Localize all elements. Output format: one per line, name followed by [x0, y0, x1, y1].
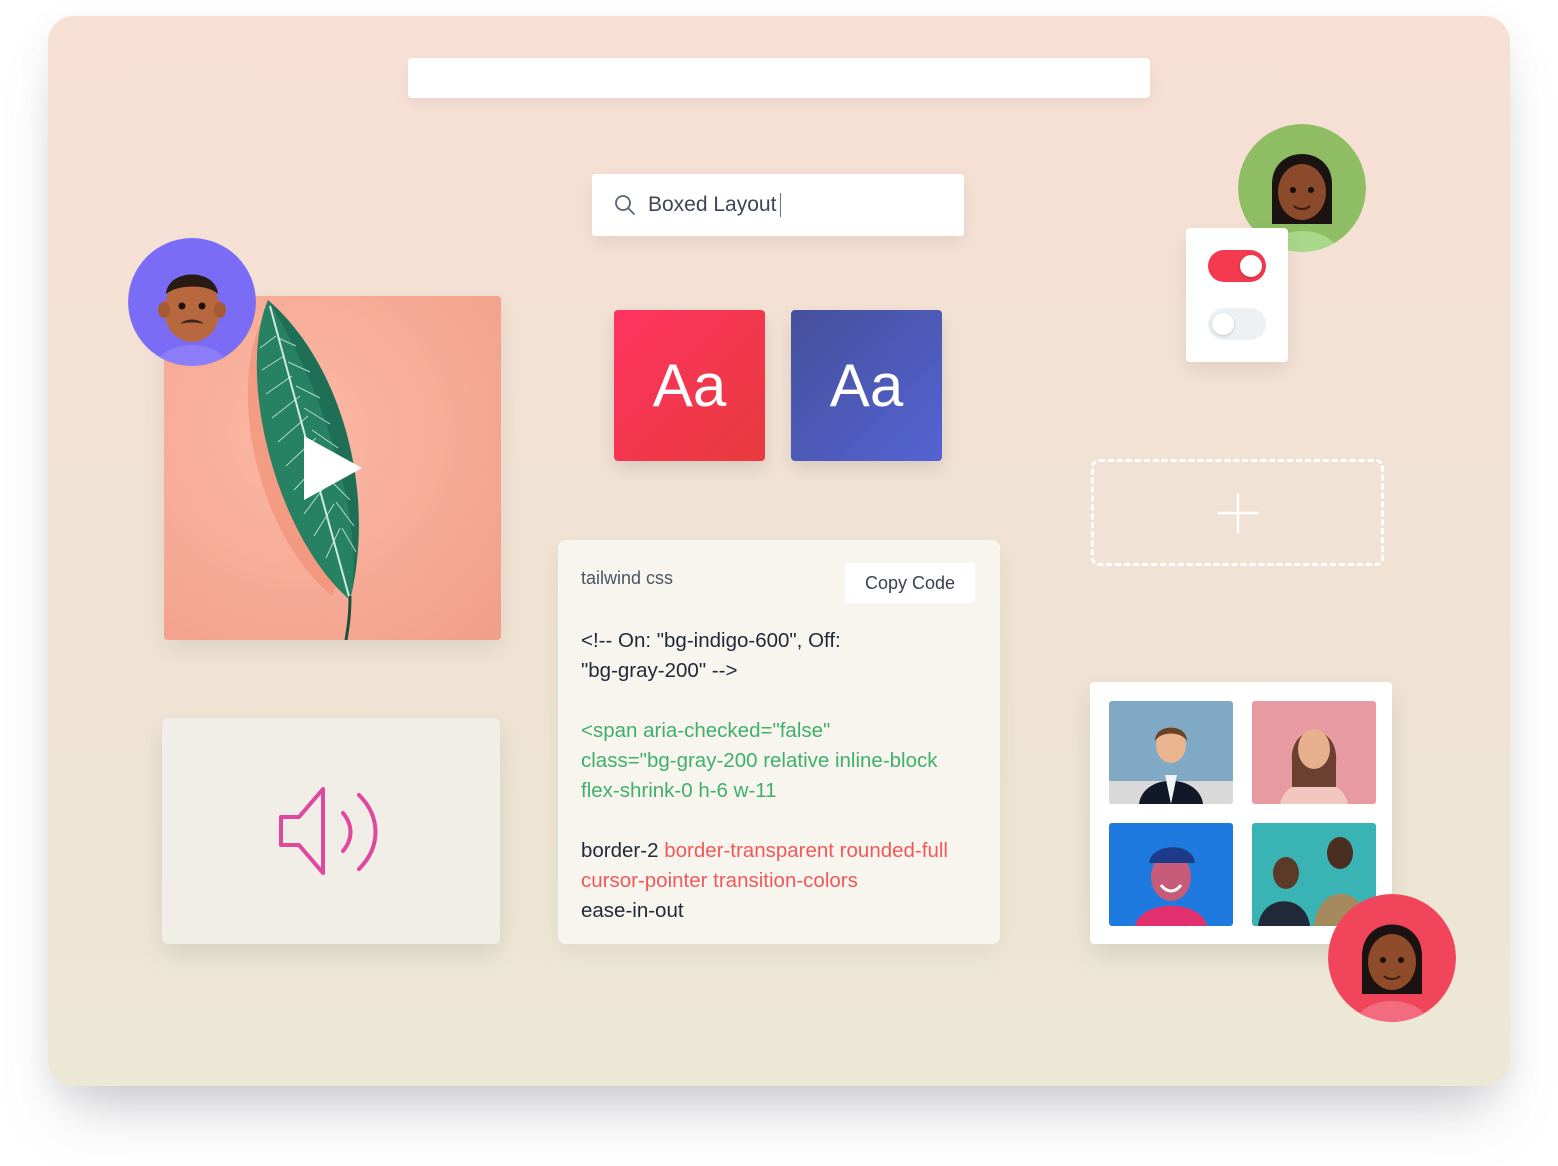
code-line: <span aria-checked="false": [581, 719, 831, 742]
gallery-photo[interactable]: [1109, 823, 1233, 926]
code-line: ease-in-out: [581, 899, 684, 922]
top-address-bar[interactable]: [408, 58, 1150, 98]
code-line: border-2 border-transparent rounded-full: [581, 836, 981, 866]
gallery-photo[interactable]: [1109, 701, 1233, 804]
code-blank-line: [581, 806, 981, 836]
toggle-card: [1186, 228, 1288, 362]
text-caret: [780, 193, 782, 217]
search-box[interactable]: Boxed Layout: [592, 174, 964, 236]
photo-gallery: [1090, 682, 1392, 944]
gallery-photo[interactable]: [1252, 701, 1376, 804]
font-tile-indigo[interactable]: Aa: [791, 310, 942, 461]
add-dropzone[interactable]: [1091, 459, 1384, 566]
speaker-icon[interactable]: [277, 783, 385, 879]
avatar-red: [1328, 894, 1456, 1022]
code-line: <!-- On: "bg-indigo-600", Off:: [581, 629, 841, 652]
plus-icon[interactable]: [1214, 489, 1262, 537]
font-tile-red[interactable]: Aa: [614, 310, 765, 461]
code-line: class="bg-gray-200 relative inline-block: [581, 749, 938, 772]
toggle-switch-off[interactable]: [1208, 308, 1266, 340]
code-card: tailwind css Copy Code <!-- On: "bg-indi…: [558, 540, 1000, 944]
toggle-knob: [1212, 313, 1234, 335]
toggle-switch-on[interactable]: [1208, 250, 1266, 282]
code-token: border-2: [581, 839, 659, 862]
audio-card[interactable]: [162, 718, 500, 944]
search-input[interactable]: Boxed Layout: [648, 193, 776, 217]
code-language-label: tailwind css: [581, 568, 674, 588]
code-line: cursor-pointer transition-colors: [581, 869, 858, 892]
copy-code-button[interactable]: Copy Code: [845, 563, 975, 603]
code-line: "bg-gray-200" -->: [581, 659, 738, 682]
avatar-purple: [128, 238, 256, 366]
toggle-knob: [1240, 255, 1262, 277]
code-token: border-transparent rounded-full: [664, 839, 948, 862]
code-line: flex-shrink-0 h-6 w-11: [581, 779, 777, 802]
code-blank-line: [581, 686, 981, 716]
code-snippet: <!-- On: "bg-indigo-600", Off: "bg-gray-…: [581, 626, 981, 926]
search-icon: [615, 195, 635, 215]
